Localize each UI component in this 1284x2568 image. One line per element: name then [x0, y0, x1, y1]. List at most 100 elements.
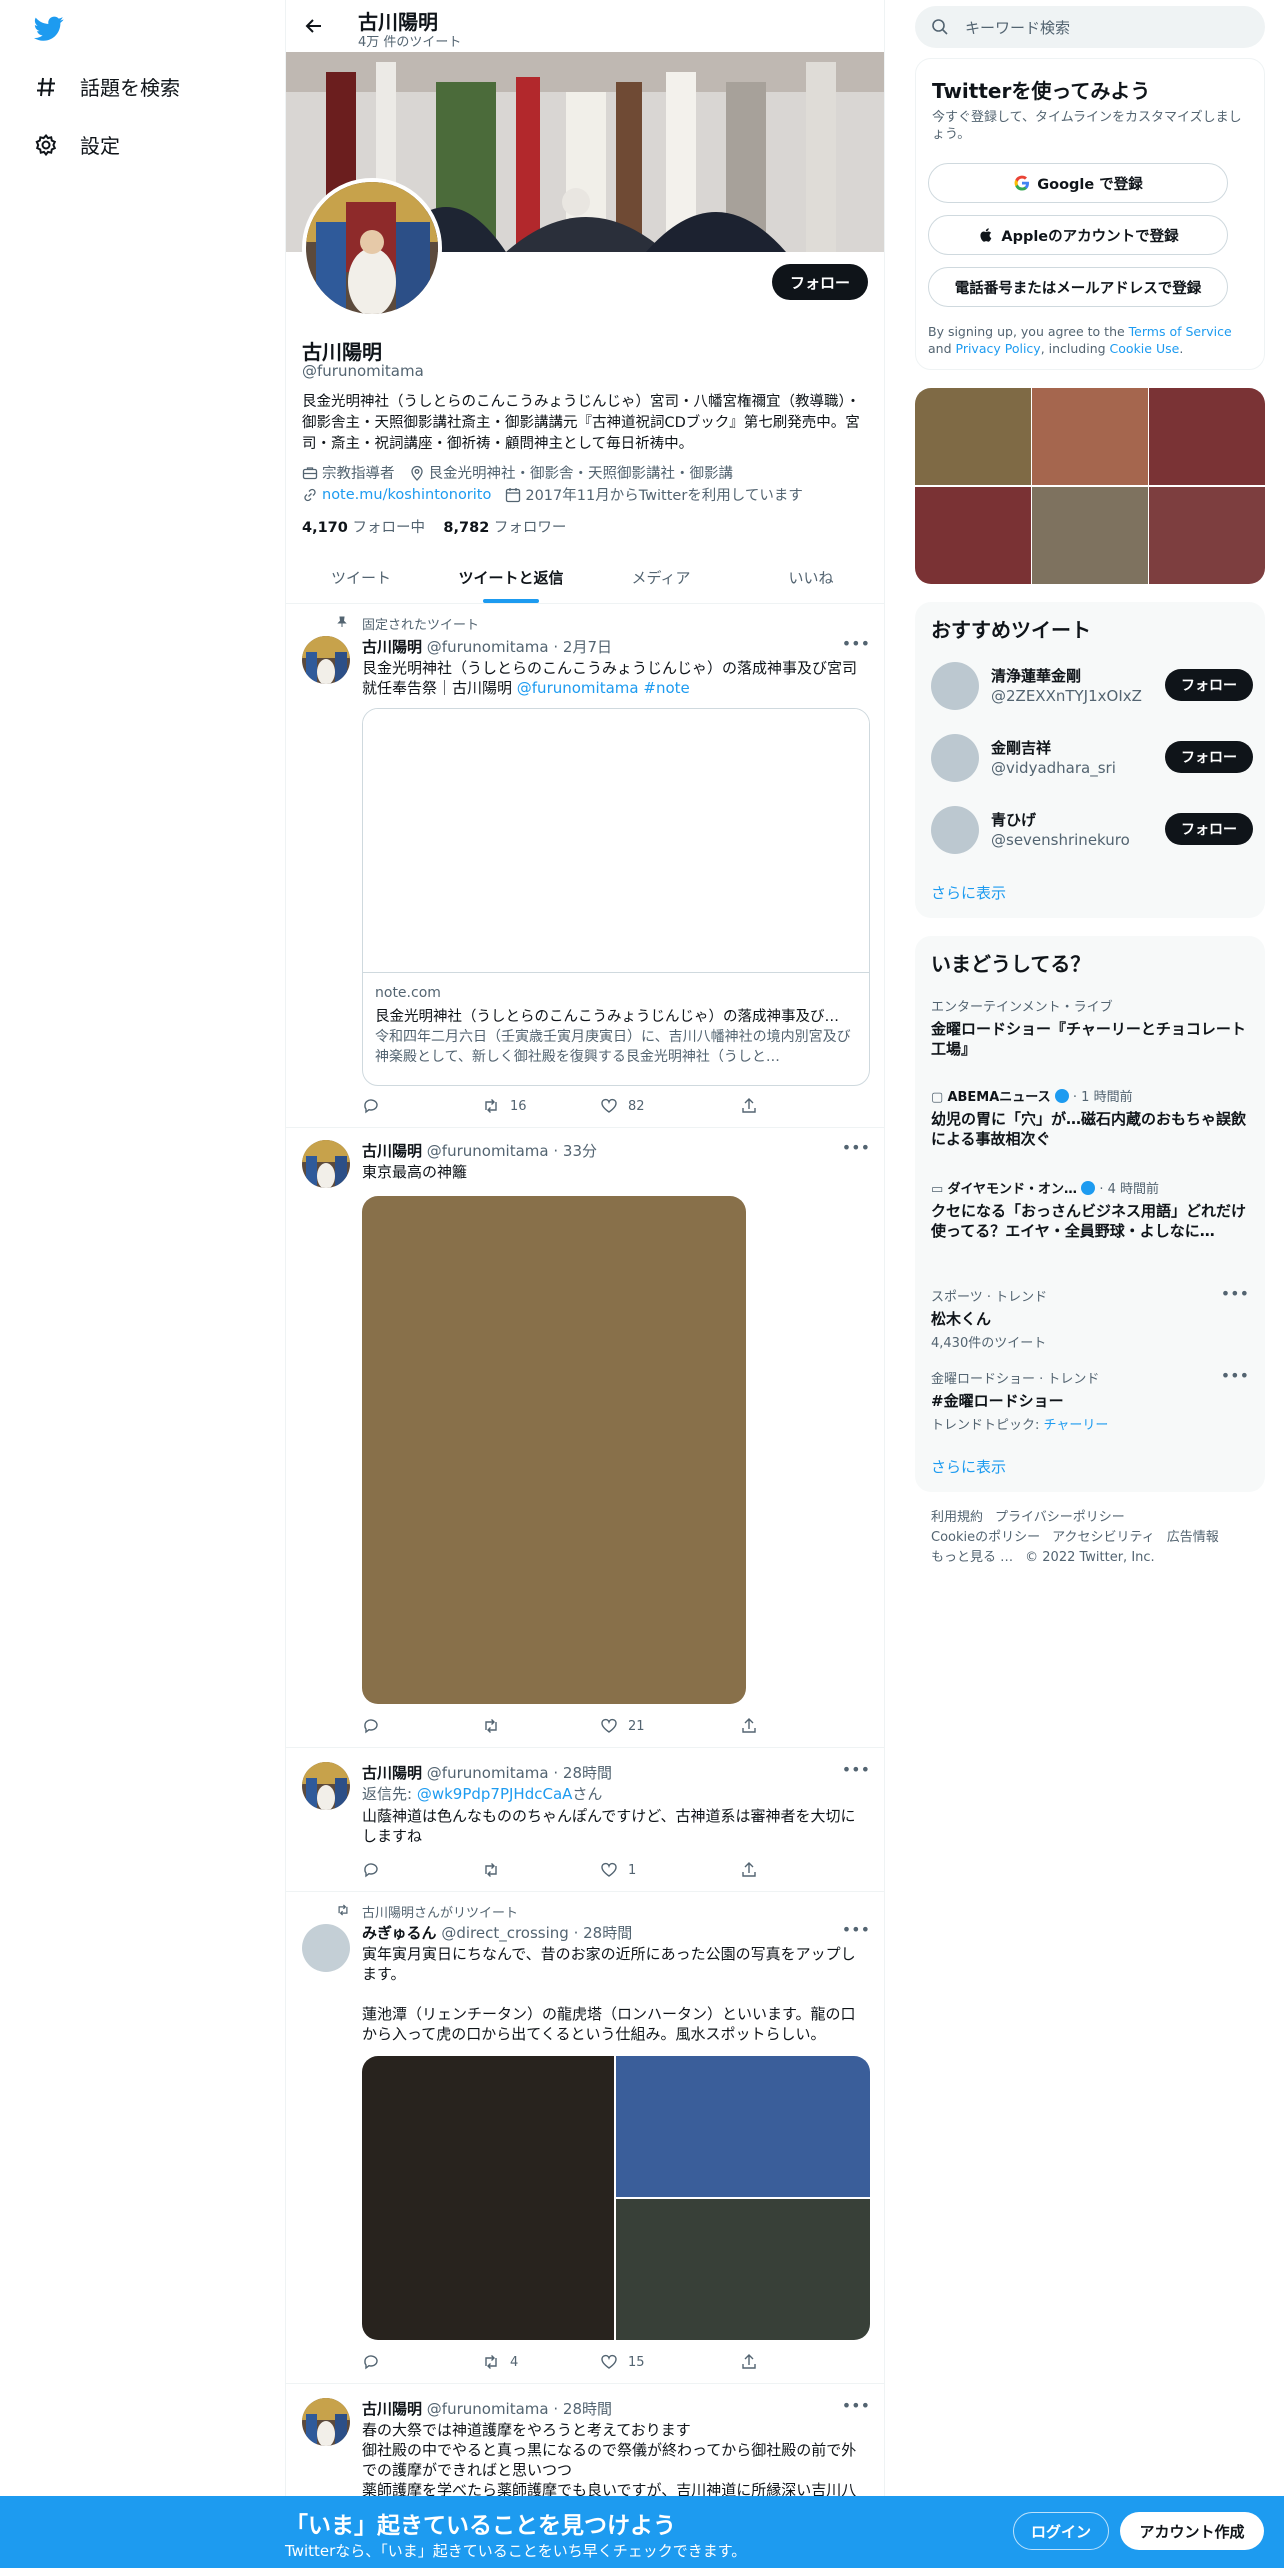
- tweet-photo[interactable]: [362, 2056, 614, 2340]
- terms-link[interactable]: Terms of Service: [1129, 324, 1232, 339]
- trend-topic-link[interactable]: チャーリー: [1044, 1418, 1109, 1433]
- author-name[interactable]: みぎゅるん: [362, 1924, 437, 1942]
- media-thumbnail[interactable]: [1032, 487, 1148, 584]
- suggested-account[interactable]: 青ひげ @sevenshrinekuro フォロー: [931, 804, 1253, 856]
- author-name[interactable]: 古川陽明: [362, 1764, 422, 1782]
- tab-tweets[interactable]: ツイート: [286, 552, 436, 603]
- hashtag-link[interactable]: #note: [643, 679, 689, 697]
- share-icon: [742, 2354, 756, 2369]
- footer-link[interactable]: 広告情報: [1167, 1530, 1219, 1545]
- followers-link[interactable]: 8,782 フォロワー: [443, 520, 566, 536]
- follow-button[interactable]: フォロー: [1165, 813, 1253, 845]
- avatar[interactable]: [931, 662, 979, 710]
- retweet-button[interactable]: [482, 1860, 600, 1880]
- like-button[interactable]: 82: [600, 1096, 740, 1116]
- tweet-retweeted[interactable]: 古川陽明さんがリツイート みぎゅるん @direct_crossing · 28…: [286, 1892, 884, 2384]
- author-name[interactable]: 古川陽明: [362, 2400, 422, 2418]
- reply-button[interactable]: [362, 1716, 482, 1736]
- share-button[interactable]: [740, 1716, 768, 1736]
- trend-item[interactable]: スポーツ · トレンド 松木くん 4,430件のツイート •••: [931, 1284, 1249, 1351]
- footer-link[interactable]: 利用規約: [931, 1510, 983, 1525]
- privacy-link[interactable]: Privacy Policy: [956, 341, 1041, 356]
- media-thumbnail[interactable]: [915, 487, 1031, 584]
- following-link[interactable]: 4,170 フォロー中: [302, 520, 425, 536]
- more-options-icon[interactable]: •••: [842, 1760, 870, 1779]
- profile-website-link[interactable]: note.mu/koshintonorito: [322, 487, 491, 503]
- footer-link[interactable]: プライバシーポリシー: [995, 1510, 1125, 1525]
- tweet-photo[interactable]: [616, 2199, 870, 2340]
- nav-explore[interactable]: 話題を検索: [34, 72, 180, 101]
- tweet[interactable]: 古川陽明 @furunomitama · 33分 ••• 東京最高の神籬 21: [286, 1128, 884, 1748]
- trend-more-options-icon[interactable]: •••: [1221, 1366, 1249, 1385]
- tweet-photo[interactable]: [616, 2056, 870, 2197]
- like-button[interactable]: 15: [600, 2352, 740, 2372]
- phone-email-signup-button[interactable]: 電話番号またはメールアドレスで登録: [928, 267, 1228, 307]
- suggested-account[interactable]: 金剛吉祥 @vidyadhara_sri フォロー: [931, 732, 1253, 784]
- retweet-button[interactable]: 16: [482, 1096, 600, 1116]
- trend-item[interactable]: ▢ ABEMAニュース · 1 時間前 幼児の胃に「穴」が…磁石内蔵のおもちゃ誤…: [931, 1086, 1249, 1149]
- search-input[interactable]: キーワード検索: [915, 6, 1265, 48]
- media-thumbnail[interactable]: [915, 388, 1031, 485]
- retweet-button[interactable]: [482, 1716, 600, 1736]
- retweet-count: 16: [510, 1098, 527, 1114]
- reply-button[interactable]: [362, 2352, 482, 2372]
- signup-button[interactable]: アカウント作成: [1120, 2512, 1264, 2550]
- retweet-button[interactable]: 4: [482, 2352, 600, 2372]
- nav-settings[interactable]: 設定: [34, 130, 120, 159]
- reply-button[interactable]: [362, 1096, 482, 1116]
- login-button[interactable]: ログイン: [1013, 2512, 1109, 2550]
- avatar[interactable]: [302, 1140, 350, 1188]
- reply-button[interactable]: [362, 1860, 482, 1880]
- profile-avatar[interactable]: [302, 178, 442, 318]
- trend-item[interactable]: 金曜ロードショー · トレンド #金曜ロードショー トレンドトピック: チャーリ…: [931, 1366, 1249, 1433]
- pin-icon: [337, 616, 347, 627]
- suggested-account[interactable]: 清浄蓮華金剛 @2ZEXXnTYJ1xOIxZ フォロー: [931, 660, 1253, 712]
- avatar[interactable]: [302, 2398, 350, 2446]
- avatar[interactable]: [302, 1924, 350, 1972]
- media-thumbnail[interactable]: [1149, 487, 1265, 584]
- share-button[interactable]: [740, 2352, 768, 2372]
- link-card[interactable]: note.com 艮金光明神社（うしとらのこんこうみょうじんじゃ）の落成神事及び…: [362, 708, 870, 1086]
- follow-button[interactable]: フォロー: [771, 264, 868, 300]
- tweet-photo[interactable]: [362, 1196, 746, 1704]
- more-options-icon[interactable]: •••: [842, 634, 870, 653]
- footer-link[interactable]: もっと見る …: [931, 1550, 1013, 1565]
- like-button[interactable]: 1: [600, 1860, 740, 1880]
- footer-link[interactable]: アクセシビリティ: [1052, 1530, 1155, 1545]
- cookie-link[interactable]: Cookie Use: [1110, 341, 1180, 356]
- profile-name: 古川陽明: [302, 340, 382, 364]
- media-thumbnail[interactable]: [1149, 388, 1265, 485]
- more-options-icon[interactable]: •••: [842, 1138, 870, 1157]
- share-button[interactable]: [740, 1860, 768, 1880]
- google-signup-button[interactable]: Google で登録: [928, 163, 1228, 203]
- author-name[interactable]: 古川陽明: [362, 638, 422, 656]
- reply-to-link[interactable]: @wk9Pdp7PJHdcCaA: [417, 1785, 573, 1803]
- tweet-pinned[interactable]: 固定されたツイート 古川陽明 @furunomitama · 2月7日 ••• …: [286, 604, 884, 1128]
- follow-button[interactable]: フォロー: [1165, 669, 1253, 701]
- author-name[interactable]: 古川陽明: [362, 1142, 422, 1160]
- trend-item[interactable]: ▭ ダイヤモンド・オン… · 4 時間前 クセになる「おっさんビジネス用語」どれ…: [931, 1178, 1249, 1241]
- tweet[interactable]: 古川陽明 @furunomitama · 28時間 ••• 返信先: @wk9P…: [286, 1748, 884, 1892]
- like-button[interactable]: 21: [600, 1716, 740, 1736]
- mention-link[interactable]: @furunomitama: [517, 679, 639, 697]
- tab-media[interactable]: メディア: [586, 552, 736, 603]
- avatar[interactable]: [931, 806, 979, 854]
- show-more-link[interactable]: さらに表示: [931, 882, 1006, 903]
- apple-signup-button[interactable]: Appleのアカウントで登録: [928, 215, 1228, 255]
- show-more-link[interactable]: さらに表示: [931, 1456, 1006, 1477]
- media-thumbnail[interactable]: [1032, 388, 1148, 485]
- avatar[interactable]: [302, 636, 350, 684]
- share-button[interactable]: [740, 1096, 768, 1116]
- twitter-logo-icon[interactable]: [34, 16, 64, 42]
- more-options-icon[interactable]: •••: [842, 1920, 870, 1939]
- trend-item[interactable]: エンターテインメント・ライブ 金曜ロードショー『チャーリーとチョコレート工場』: [931, 996, 1249, 1059]
- tab-likes[interactable]: いいね: [736, 552, 884, 603]
- trend-more-options-icon[interactable]: •••: [1221, 1284, 1249, 1303]
- footer-link[interactable]: Cookieのポリシー: [931, 1530, 1040, 1545]
- avatar[interactable]: [302, 1762, 350, 1810]
- avatar[interactable]: [931, 734, 979, 782]
- follow-button[interactable]: フォロー: [1165, 741, 1253, 773]
- back-button[interactable]: [300, 12, 328, 40]
- more-options-icon[interactable]: •••: [842, 2396, 870, 2415]
- tab-tweets-and-replies[interactable]: ツイートと返信: [436, 552, 586, 603]
